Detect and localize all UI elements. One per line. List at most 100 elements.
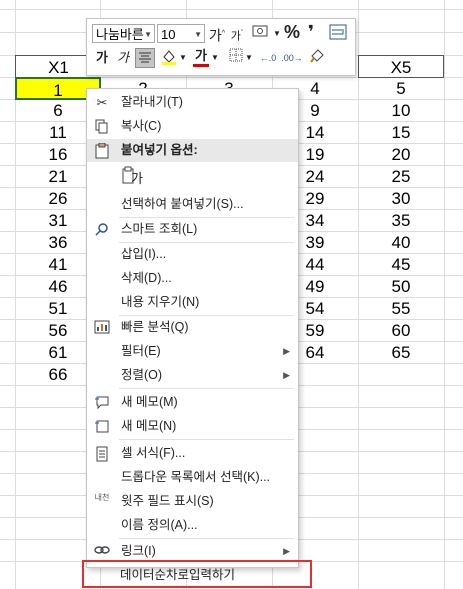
header-x5[interactable]: X5 [358,55,444,78]
menu-item-paste-text[interactable]: 가 [87,164,298,190]
menu-item-pick-from-dropdown[interactable]: 드롭다운 목록에서 선택(K)... [87,466,298,489]
cell-x5[interactable]: 60 [358,319,444,342]
font-size-dropdown[interactable]: 10 ▼ [157,24,205,43]
menu-item-show-phonetic[interactable]: 내천 윗주 필드 표시(S) [87,490,298,513]
format-cells-icon [94,446,110,462]
accounting-format-button[interactable] [249,24,273,44]
context-menu: ✂ 잘라내기(T) 복사(C) 붙여넣기 옵션: 가 선택하여 붙여넣기(S).… [86,88,299,568]
wrap-text-button[interactable] [327,24,349,44]
menu-item-new-note[interactable]: 새 메모(N) [87,415,298,438]
cell-x5[interactable]: 5 [358,77,444,100]
cell-x5[interactable]: 15 [358,121,444,144]
paste-icon [94,142,110,159]
menu-item-label: 새 메모(N) [121,419,177,433]
bold-button[interactable]: 가 [93,48,111,68]
mini-toolbar: 나눔바른 ▼ 10 ▼ 가^ 가ˇ ▼ % ❜ 가 가 ▼ 가 ▼ ▼ ←.0 … [86,18,356,76]
menu-item-label: 붙여넣기 옵션: [121,143,198,157]
menu-item-label: 새 메모(M) [121,395,178,409]
menu-item-paste-options: 붙여넣기 옵션: [87,139,298,162]
fill-color-button[interactable] [159,48,179,68]
menu-item-new-comment[interactable]: 새 메모(M) [87,391,298,414]
menu-separator [119,439,294,440]
menu-item-label: 드롭다운 목록에서 선택(K)... [121,470,271,484]
grid-line [0,9,463,10]
cell-x5[interactable]: 45 [358,253,444,276]
menu-item-cut[interactable]: ✂ 잘라내기(T) [87,91,298,114]
shrink-font-button[interactable]: 가ˇ [228,24,246,44]
paste-text-icon: 가 [121,166,143,188]
wrap-text-icon [329,24,347,40]
menu-item-label: 내용 지우기(N) [121,295,200,309]
menu-item-filter[interactable]: 필터(E) ▶ [87,340,298,363]
font-size-value: 10 [161,27,176,42]
menu-separator [119,388,294,389]
menu-item-label: 선택하여 붙여넣기(S)... [121,197,244,211]
decrease-decimal-button[interactable]: .00→ [281,48,303,68]
menu-item-define-name[interactable]: 이름 정의(A)... [87,514,298,537]
currency-icon [252,25,268,37]
borders-button[interactable] [227,48,245,68]
cell-x5[interactable]: 50 [358,275,444,298]
menu-item-clear-contents[interactable]: 내용 지우기(N) [87,291,298,314]
percent-style-button[interactable]: % [283,22,301,42]
menu-item-label: 복사(C) [121,119,162,133]
scissors-icon: ✂ [96,95,108,110]
new-note-icon [94,419,110,435]
menu-item-label: 잘라내기(T) [121,95,183,109]
grow-font-button[interactable]: 가^ [208,24,226,44]
italic-button[interactable]: 가 [114,48,132,68]
cell-x5[interactable]: 55 [358,297,444,320]
font-name-dropdown[interactable]: 나눔바른 ▼ [92,24,155,43]
menu-item-label: 스마트 조회(L) [121,222,198,236]
chevron-down-icon[interactable]: ▼ [245,48,253,68]
chevron-down-icon[interactable]: ▼ [179,48,187,68]
menu-item-label: 이름 정의(A)... [121,518,198,532]
copy-icon [94,119,110,135]
phonetic-icon: 내천 [94,493,110,502]
cell-x5[interactable]: 30 [358,187,444,210]
chevron-right-icon: ▶ [283,346,290,356]
cell-x5[interactable]: 10 [358,99,444,122]
menu-item-delete[interactable]: 삭제(D)... [87,267,298,290]
fill-color-icon [162,50,176,65]
comma-style-button[interactable]: ❜ [303,22,319,42]
increase-decimal-button[interactable]: ←.0 [257,48,279,68]
cell-x5[interactable]: 20 [358,143,444,166]
menu-item-format-cells[interactable]: 셀 서식(F)... [87,442,298,465]
increase-decimal-icon: ←.0 [259,53,277,63]
chevron-down-icon[interactable]: ▼ [211,48,219,68]
chevron-right-icon: ▶ [283,370,290,380]
cell-x5[interactable]: 40 [358,231,444,254]
format-painter-button[interactable] [307,48,327,68]
menu-item-label: 삽입(I)... [121,247,167,261]
chevron-down-icon[interactable]: ▼ [273,24,281,44]
quick-analysis-icon [94,320,110,336]
borders-icon [229,48,243,62]
menu-item-paste-special[interactable]: 선택하여 붙여넣기(S)... [87,193,298,216]
search-icon [94,222,110,238]
font-color-button[interactable]: 가 [191,48,211,68]
chevron-down-icon: ▼ [194,30,202,39]
grow-font-label: 가 [208,27,222,44]
decrease-decimal-icon: .00→ [281,53,303,63]
menu-item-sort[interactable]: 정렬(O) ▶ [87,364,298,387]
shrink-font-label: 가 [230,30,241,43]
font-color-swatch [193,64,209,67]
align-center-button[interactable] [135,48,155,68]
menu-item-label: 윗주 필드 표시(S) [121,494,214,508]
chevron-down-icon: ▼ [144,30,152,39]
cell-x5[interactable]: 35 [358,209,444,232]
menu-item-copy[interactable]: 복사(C) [87,115,298,138]
menu-item-insert[interactable]: 삽입(I)... [87,243,298,266]
cell-x5[interactable]: 65 [358,341,444,364]
font-color-label: 가 [195,48,207,63]
menu-item-smart-lookup[interactable]: 스마트 조회(L) [87,218,298,241]
link-icon [94,544,110,560]
menu-item-quick-analysis[interactable]: 빠른 분석(Q) [87,316,298,339]
format-painter-icon [310,49,324,63]
menu-item-label: 셀 서식(F)... [121,446,186,460]
font-name-value: 나눔바른 [96,27,144,42]
cell-x5[interactable]: 25 [358,165,444,188]
menu-item-label: 정렬(O) [121,368,163,382]
align-center-icon [139,52,151,63]
